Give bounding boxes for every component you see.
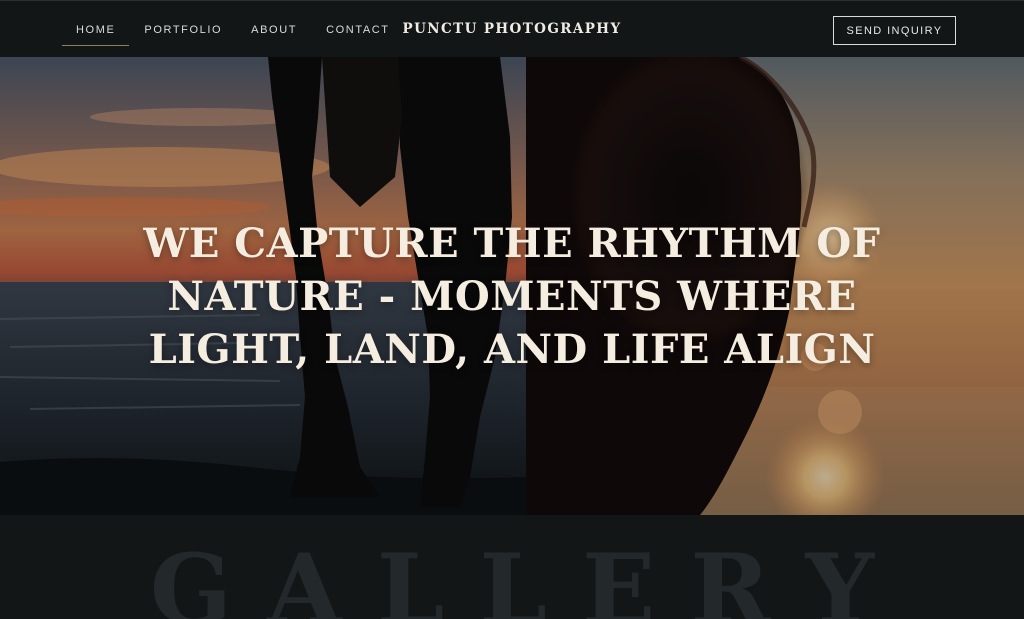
gallery-heading-letter: E <box>582 533 656 619</box>
gallery-heading-letter: L <box>376 533 445 619</box>
hero-headline: WE CAPTURE THE RHYTHM OF NATURE - MOMENT… <box>143 220 881 373</box>
send-inquiry-button[interactable]: SEND INQUIRY <box>833 16 956 45</box>
gallery-section: GALLERY <box>0 515 1024 619</box>
gallery-heading: GALLERY <box>150 535 874 619</box>
gallery-heading-letter: Y <box>805 533 874 619</box>
gallery-heading-letter: R <box>690 533 771 619</box>
gallery-heading-letter: A <box>267 533 342 619</box>
hero-section: WE CAPTURE THE RHYTHM OF NATURE - MOMENT… <box>0 57 1024 515</box>
site-header: HOME PORTFOLIO ABOUT CONTACT PUNCTU PHOT… <box>0 0 1024 57</box>
gallery-heading-letter: G <box>150 533 232 619</box>
gallery-heading-letter: L <box>479 533 547 619</box>
